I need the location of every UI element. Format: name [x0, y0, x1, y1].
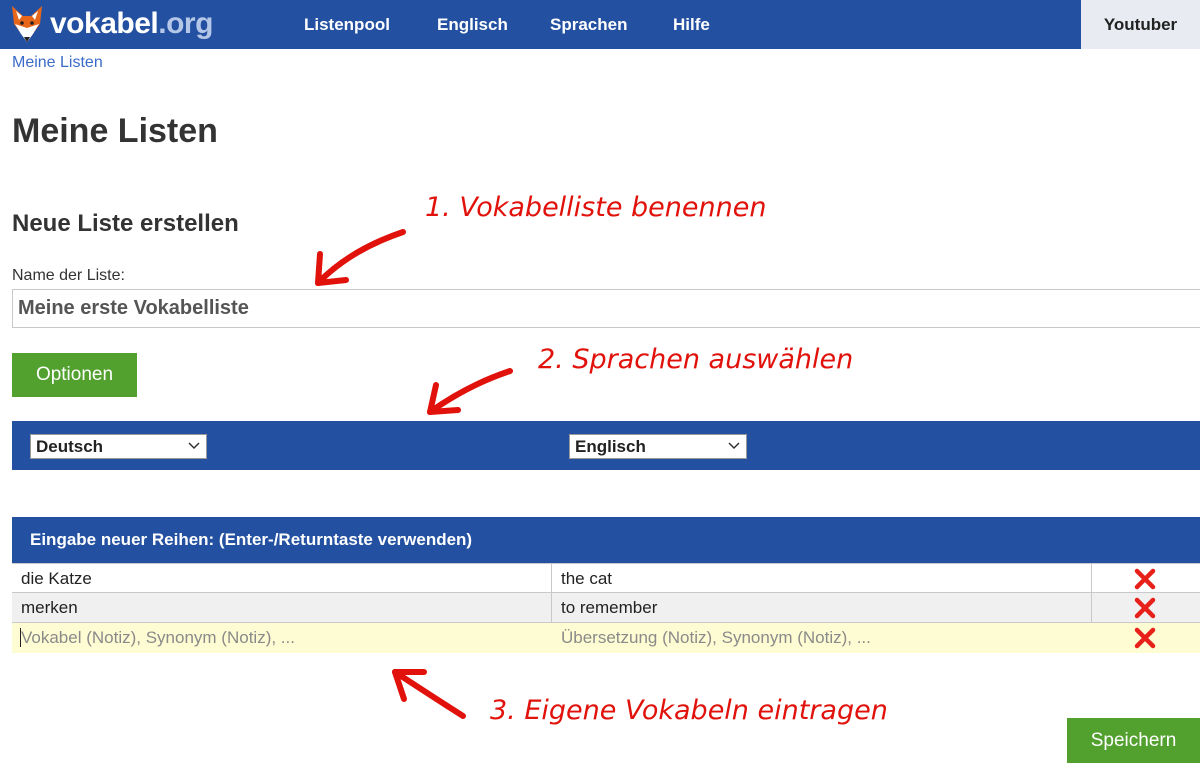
- logo-main-text: vokabel: [50, 7, 159, 40]
- new-translation-input[interactable]: [561, 623, 1092, 653]
- list-name-input[interactable]: [12, 289, 1200, 328]
- options-button[interactable]: Optionen: [12, 353, 137, 397]
- term-cell[interactable]: die Katze: [12, 564, 552, 593]
- fox-head-icon: [12, 6, 42, 42]
- translation-cell[interactable]: to remember: [552, 593, 1092, 622]
- delete-row-icon[interactable]: [1134, 597, 1156, 619]
- nav-item-listenpool[interactable]: Listenpool: [304, 0, 390, 49]
- delete-row-icon[interactable]: [1134, 627, 1156, 649]
- delete-row-icon[interactable]: [1134, 568, 1156, 590]
- table-row: merken to remember: [12, 593, 1200, 623]
- chevron-down-icon: [728, 442, 740, 450]
- target-language-select[interactable]: Englisch: [569, 434, 747, 459]
- arrow-step-2: [427, 368, 513, 415]
- save-button[interactable]: Speichern: [1067, 718, 1200, 763]
- new-term-cell: [12, 623, 552, 653]
- site-logo[interactable]: vokabel.org: [10, 4, 213, 44]
- source-language-value: Deutsch: [36, 437, 104, 456]
- table-row: die Katze the cat: [12, 563, 1200, 593]
- text-cursor: [20, 628, 21, 647]
- entry-table-header: Eingabe neuer Reihen: (Enter-/Returntast…: [12, 517, 1200, 563]
- logo-tld-text: .org: [158, 7, 213, 40]
- translation-cell[interactable]: the cat: [552, 564, 1092, 593]
- annotation-step-2: 2. Sprachen auswählen: [538, 344, 854, 375]
- annotation-step-3: 3. Eigene Vokabeln eintragen: [490, 695, 888, 726]
- list-name-label: Name der Liste:: [12, 267, 125, 284]
- arrow-step-3: [392, 669, 466, 719]
- target-language-value: Englisch: [575, 437, 646, 456]
- chevron-down-icon: [188, 442, 200, 450]
- breadcrumb[interactable]: Meine Listen: [12, 54, 103, 72]
- nav-item-youtuber[interactable]: Youtuber: [1081, 0, 1200, 49]
- new-row: [12, 623, 1200, 653]
- source-language-select[interactable]: Deutsch: [30, 434, 207, 459]
- nav-item-sprachen[interactable]: Sprachen: [550, 0, 627, 49]
- term-cell[interactable]: merken: [12, 593, 552, 622]
- annotation-step-1: 1. Vokabelliste benennen: [425, 192, 767, 223]
- section-title: Neue Liste erstellen: [12, 210, 239, 237]
- new-translation-cell: [552, 623, 1092, 653]
- logo-text: vokabel.org: [50, 4, 213, 44]
- navbar: vokabel.org Listenpool Englisch Sprachen…: [0, 0, 1200, 49]
- nav-item-englisch[interactable]: Englisch: [437, 0, 508, 49]
- language-bar: Deutsch Englisch: [12, 421, 1200, 470]
- nav-item-hilfe[interactable]: Hilfe: [673, 0, 710, 49]
- arrow-step-1: [315, 229, 406, 286]
- new-term-input[interactable]: [21, 623, 552, 653]
- page-title: Meine Listen: [12, 112, 218, 150]
